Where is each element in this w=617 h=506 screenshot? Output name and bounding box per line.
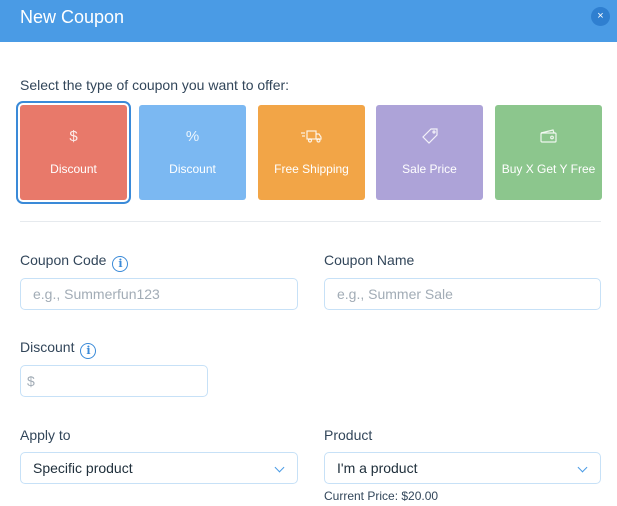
- product-value: I'm a product: [337, 460, 418, 476]
- coupon-name-label: Coupon Name: [324, 252, 415, 268]
- coupon-type-label: Free Shipping: [274, 162, 349, 176]
- chevron-down-icon: [577, 462, 588, 473]
- product-label: Product: [324, 427, 373, 443]
- coupon-type-buy-x-get-y[interactable]: Buy X Get Y Free: [495, 105, 602, 200]
- coupon-type-label: Discount: [169, 162, 216, 176]
- current-price-text: Current Price: $20.00: [324, 489, 439, 503]
- coupon-type-label: Discount: [50, 162, 97, 176]
- tag-icon: [376, 125, 483, 147]
- apply-to-select[interactable]: Specific product: [20, 452, 298, 484]
- coupon-type-label: Buy X Get Y Free: [501, 162, 596, 176]
- dollar-icon: $: [69, 127, 78, 145]
- percent-icon: %: [185, 127, 200, 145]
- coupon-code-label-text: Coupon Code: [20, 252, 107, 268]
- apply-to-label: Apply to: [20, 427, 71, 443]
- discount-input[interactable]: [20, 365, 208, 397]
- close-button[interactable]: ×: [591, 7, 610, 26]
- coupon-type-prompt: Select the type of coupon you want to of…: [20, 77, 290, 93]
- discount-label-text: Discount: [20, 339, 75, 355]
- section-divider: [20, 221, 601, 222]
- coupon-name-input[interactable]: [324, 278, 601, 310]
- chevron-down-icon: [274, 462, 285, 473]
- coupon-type-sale-price[interactable]: Sale Price: [376, 105, 483, 200]
- apply-to-value: Specific product: [33, 460, 133, 476]
- coupon-code-input[interactable]: [20, 278, 298, 310]
- coupon-code-label: Coupon Code i: [20, 252, 129, 272]
- discount-label: Discount i: [20, 339, 97, 359]
- coupon-type-fixed-discount[interactable]: $ Discount: [16, 101, 131, 204]
- info-icon[interactable]: i: [112, 256, 129, 272]
- coupon-type-label: Sale Price: [402, 162, 457, 176]
- wallet-icon: [495, 125, 602, 147]
- product-select[interactable]: I'm a product: [324, 452, 601, 484]
- truck-icon: [258, 125, 365, 147]
- dialog-title: New Coupon: [20, 7, 125, 27]
- coupon-type-free-shipping[interactable]: Free Shipping: [258, 105, 365, 200]
- dialog-header: New Coupon ×: [0, 0, 617, 42]
- info-icon[interactable]: i: [80, 343, 97, 359]
- coupon-type-percent-discount[interactable]: % Discount: [139, 105, 246, 200]
